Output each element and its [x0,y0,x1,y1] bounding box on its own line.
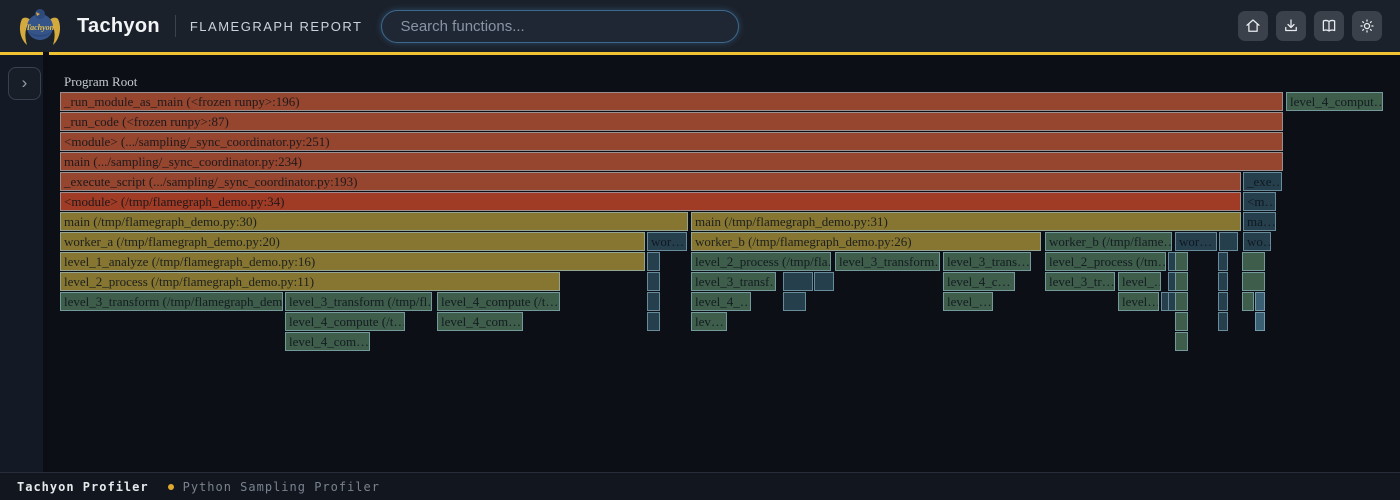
flame-bar[interactable]: level_4_compute (/t… [285,312,405,331]
flame-bar[interactable]: level_4_c… [943,272,1015,291]
flame-bar[interactable] [1242,252,1265,271]
flame-bar[interactable]: level_4_compute (/t… [437,292,560,311]
flame-bar[interactable] [814,272,834,291]
flame-bar[interactable] [1255,312,1265,331]
flame-bar[interactable] [1218,292,1228,311]
flame-bar[interactable]: level_3_transform (/tmp/fl… [285,292,432,311]
flamegraph-layer: Program Root _run_module_as_main (<froze… [0,0,1400,500]
flame-bar[interactable]: <module> (/tmp/flamegraph_demo.py:34) [60,192,1241,211]
flame-bar[interactable]: level_4_com… [285,332,370,351]
flame-bar[interactable] [1255,292,1265,311]
flame-bar[interactable]: level… [1118,292,1159,311]
flame-bar[interactable]: level_3_transform… [835,252,940,271]
footer-title: Tachyon Profiler [17,480,149,494]
flame-bar[interactable]: worker_a (/tmp/flamegraph_demo.py:20) [60,232,645,251]
flame-bar[interactable]: main (/tmp/flamegraph_demo.py:30) [60,212,688,231]
flame-bar[interactable]: level_2_process (/tm… [1045,252,1166,271]
flame-bar[interactable]: level_2_process (/tmp/flamegraph_demo.py… [60,272,560,291]
flame-bar[interactable]: wor… [1175,232,1217,251]
flamegraph-root-label: Program Root [64,72,137,91]
flame-bar[interactable]: level_3_tr… [1045,272,1115,291]
flame-bar[interactable] [1219,232,1238,251]
flame-bar[interactable]: wor… [647,232,687,251]
flame-bar[interactable] [647,292,660,311]
footer: Tachyon Profiler Python Sampling Profile… [0,472,1400,500]
flame-bar[interactable] [1175,272,1188,291]
flame-bar[interactable] [647,272,660,291]
flame-bar[interactable] [783,272,813,291]
flame-bar[interactable]: level_3_transform (/tmp/flamegraph_dem… [60,292,283,311]
flame-bar[interactable]: level_4_comput… [1286,92,1383,111]
flame-bar[interactable]: level_3_transf… [691,272,776,291]
flame-bar[interactable]: _run_code (<frozen runpy>:87) [60,112,1283,131]
flame-bar[interactable] [1242,272,1265,291]
flame-bar[interactable]: wo… [1243,232,1271,251]
flame-bar[interactable]: level_3_trans… [943,252,1031,271]
flame-bar[interactable] [1218,252,1228,271]
flame-bar[interactable] [1175,252,1188,271]
flame-bar[interactable] [783,292,806,311]
flame-bar[interactable] [1242,292,1254,311]
flame-bar[interactable]: main (.../sampling/_sync_coordinator.py:… [60,152,1283,171]
flame-bar[interactable]: ma… [1243,212,1276,231]
flame-bar[interactable] [1218,312,1228,331]
flame-bar[interactable] [647,312,660,331]
footer-subtitle: Python Sampling Profiler [183,480,380,494]
flame-bar[interactable]: level_… [1118,272,1161,291]
flame-bar[interactable]: lev… [691,312,727,331]
flame-bar[interactable] [1175,312,1188,331]
flame-bar[interactable]: <m… [1243,192,1276,211]
flame-bar[interactable]: level_4_… [691,292,751,311]
flame-bar[interactable]: worker_b (/tmp/flamegraph_demo.py:26) [691,232,1041,251]
flame-bar[interactable] [1175,292,1188,311]
flame-bar[interactable]: main (/tmp/flamegraph_demo.py:31) [691,212,1241,231]
flame-bar[interactable]: <module> (.../sampling/_sync_coordinator… [60,132,1283,151]
flame-bar[interactable] [1175,332,1188,351]
app: Tachyon Tachyon FLAMEGRAPH REPORT [0,0,1400,500]
flame-bar[interactable]: level_… [943,292,993,311]
flame-bar[interactable]: _exe… [1243,172,1282,191]
flame-bar[interactable] [647,252,660,271]
flame-bar[interactable] [1218,272,1228,291]
flame-bar[interactable]: level_2_process (/tmp/fla… [691,252,831,271]
flame-bar[interactable]: _run_module_as_main (<frozen runpy>:196) [60,92,1283,111]
flame-bar[interactable]: level_4_com… [437,312,523,331]
status-dot-icon [168,484,174,490]
flame-bar[interactable]: _execute_script (.../sampling/_sync_coor… [60,172,1241,191]
flame-bar[interactable]: level_1_analyze (/tmp/flamegraph_demo.py… [60,252,645,271]
flame-bar[interactable]: worker_b (/tmp/flame… [1045,232,1172,251]
